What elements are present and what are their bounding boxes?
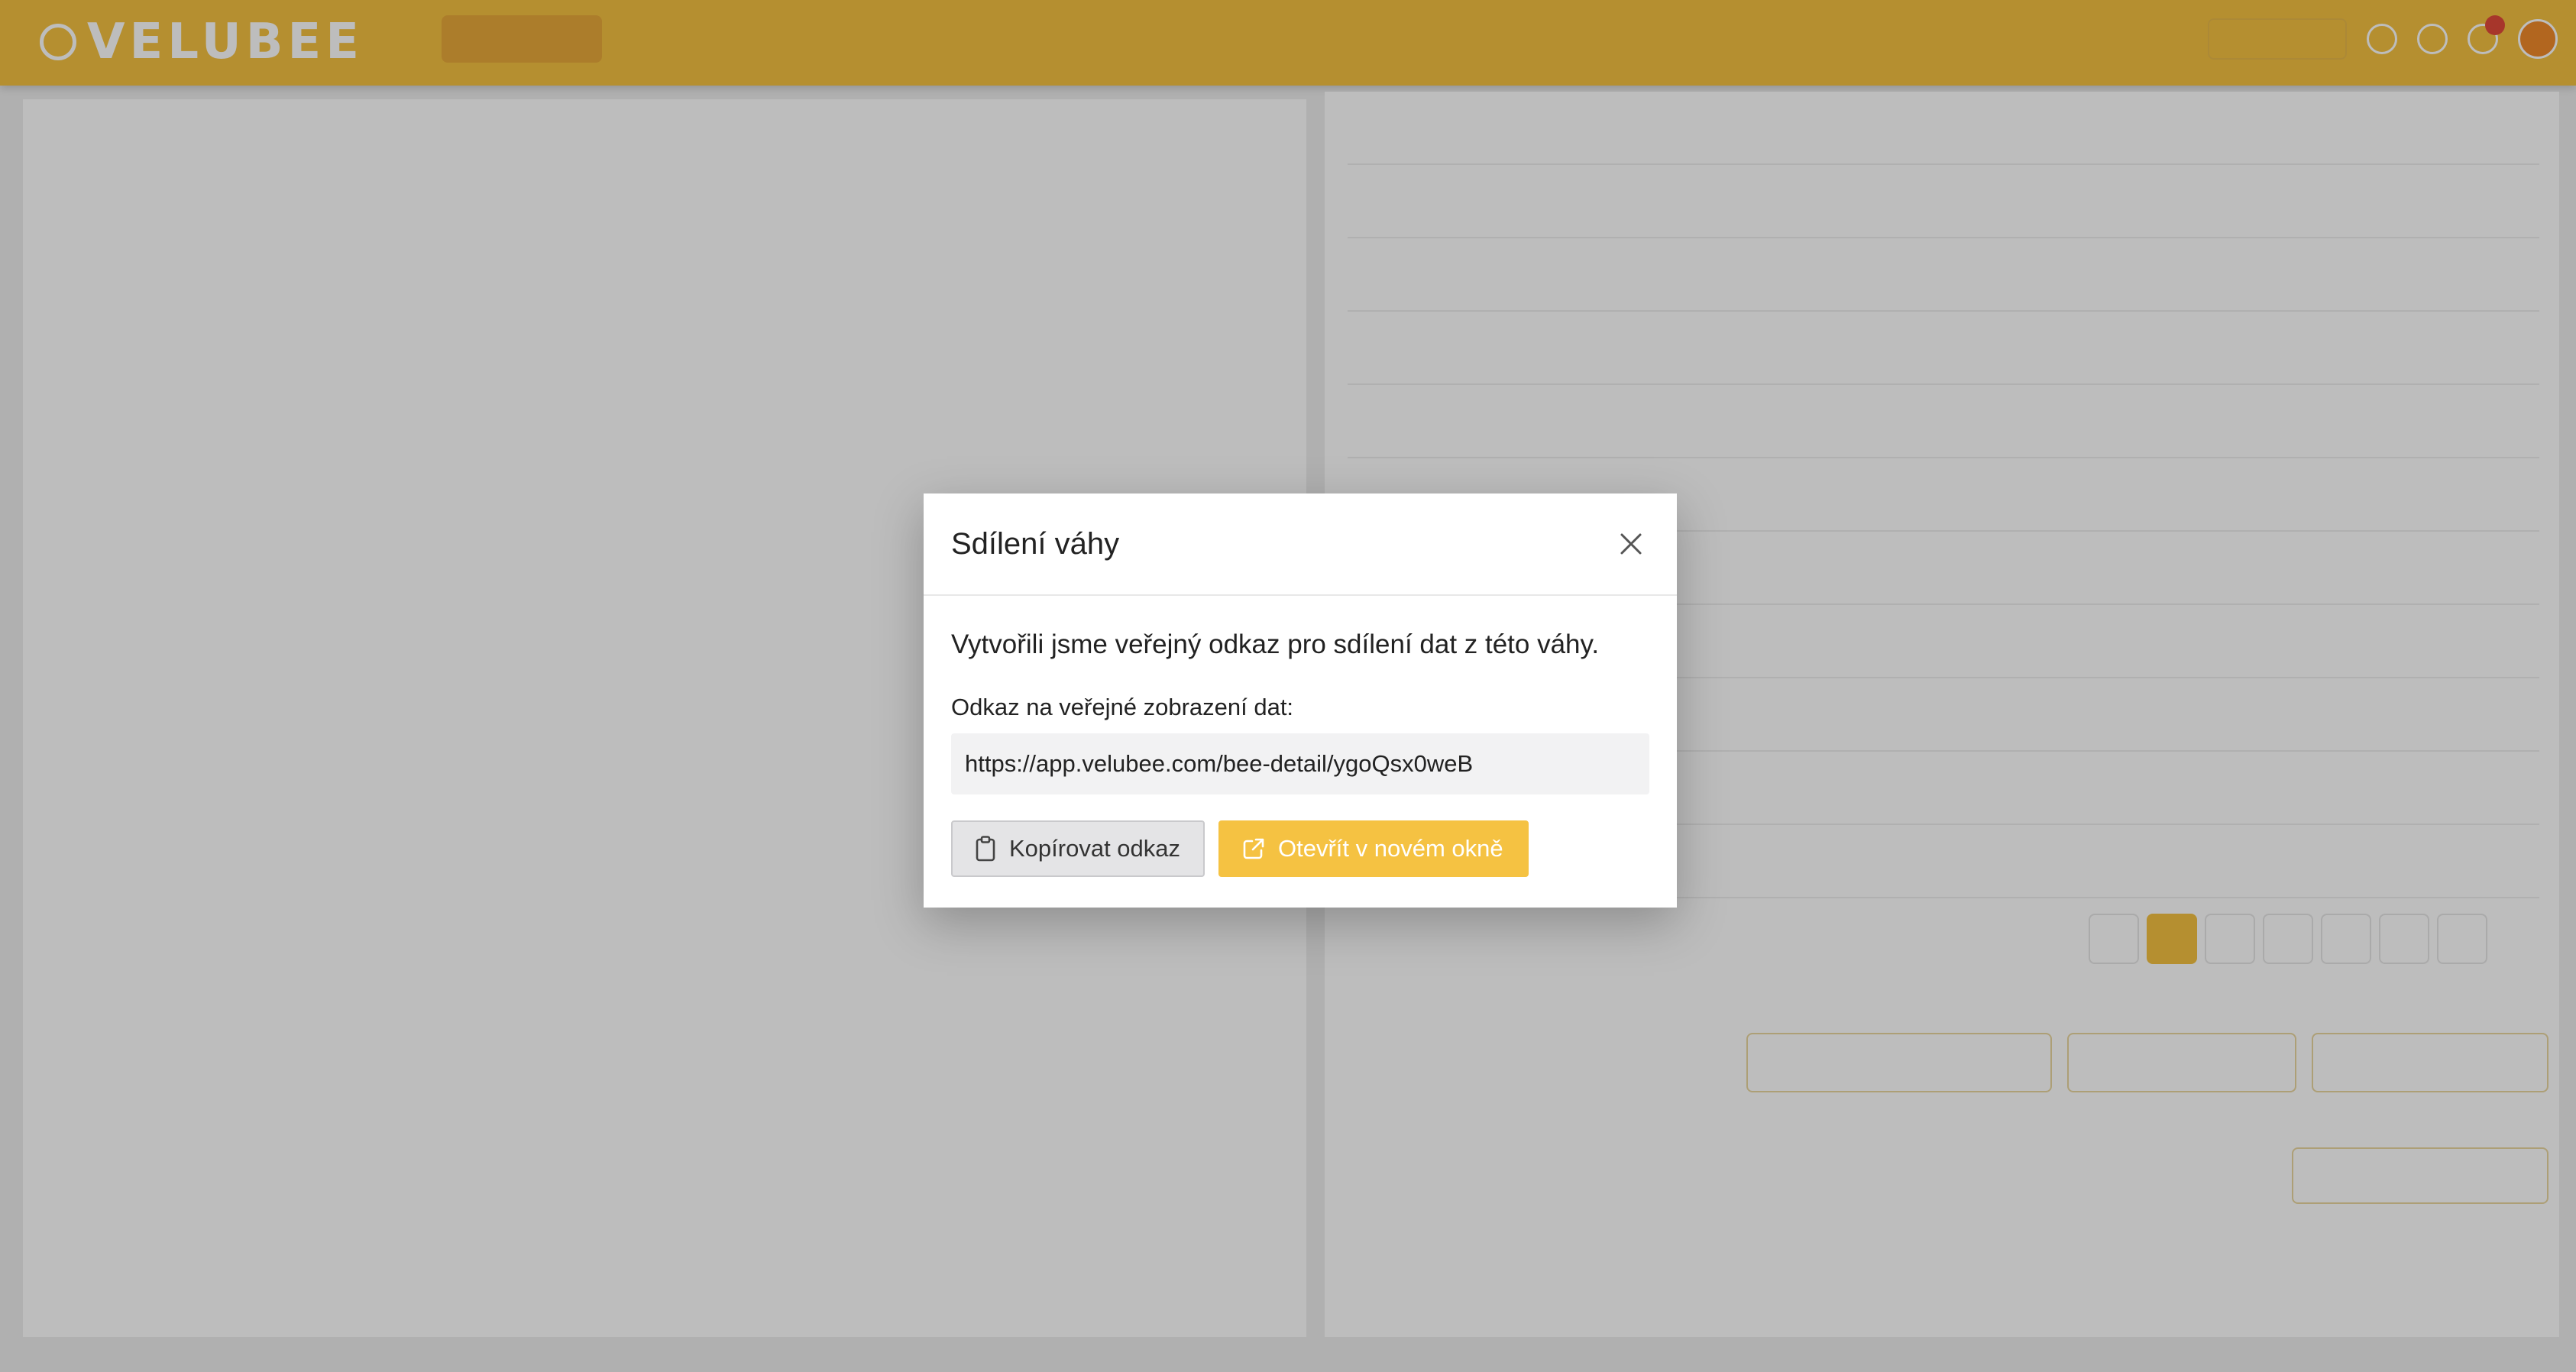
modal-title: Sdílení váhy [951,527,1120,561]
copy-link-label: Kopírovat odkaz [1009,835,1181,862]
open-new-window-label: Otevřít v novém okně [1278,835,1503,862]
open-new-window-button[interactable]: Otevřít v novém okně [1218,820,1529,877]
link-label: Odkaz na veřejné zobrazení dat: [951,694,1294,720]
close-button[interactable] [1616,529,1646,559]
external-link-icon [1243,838,1264,859]
public-link-field[interactable] [951,733,1649,794]
modal-actions: Kopírovat odkaz Otevřít v novém okně [951,820,1529,877]
modal-lead-text: Vytvořili jsme veřejný odkaz pro sdílení… [951,629,1600,659]
copy-link-button[interactable]: Kopírovat odkaz [951,820,1205,877]
modal-header: Sdílení váhy [924,493,1677,596]
share-scale-modal: Sdílení váhy Vytvořili jsme veřejný odka… [924,493,1677,908]
clipboard-icon [976,836,995,862]
close-icon [1620,533,1642,555]
